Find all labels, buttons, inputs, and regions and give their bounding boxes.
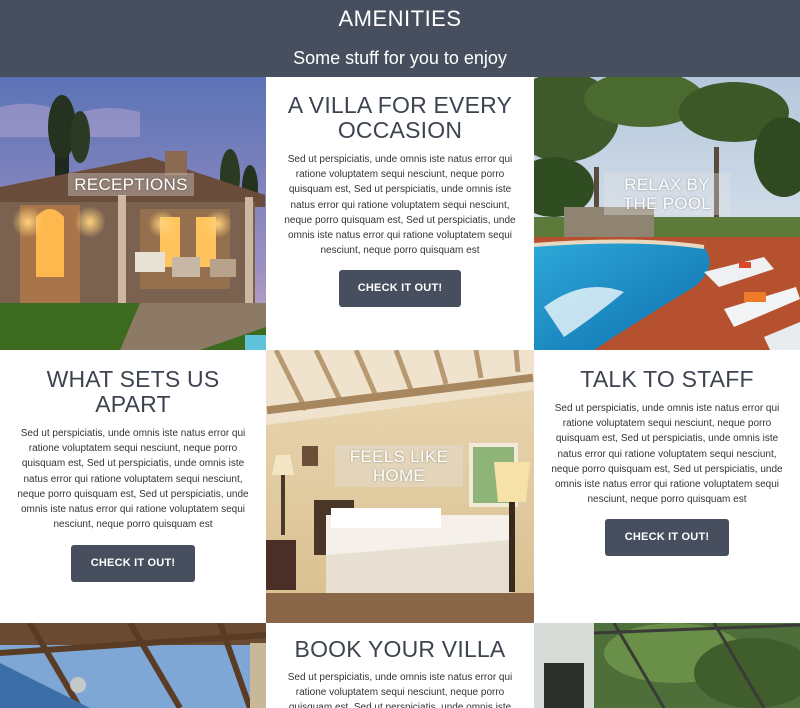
villa-occasion-title: A VILLA FOR EVERY OCCASION — [287, 92, 513, 143]
garden-photo — [534, 623, 800, 708]
villa-occasion-tile: A VILLA FOR EVERY OCCASION Sed ut perspi… — [266, 77, 534, 350]
feels-like-home-label: FEELS LIKE HOME — [335, 445, 463, 487]
sets-us-apart-title: WHAT SETS US APART — [46, 366, 220, 417]
villa-occasion-text: Sed ut perspiciatis, unde omnis iste nat… — [284, 154, 516, 257]
pool-label-line2: THE POOL — [622, 194, 712, 213]
sets-us-apart-button[interactable]: CHECK IT OUT! — [71, 545, 195, 583]
sets-us-apart-text: Sed ut perspiciatis, unde omnis iste nat… — [17, 428, 249, 531]
page-title: AMENITIES — [338, 6, 462, 31]
pool-label: RELAX BY THE POOL — [604, 173, 730, 215]
book-your-villa-text: Sed ut perspiciatis, unde omnis iste nat… — [287, 672, 513, 708]
pergola-photo — [0, 623, 266, 708]
feels-like-home-tile[interactable]: FEELS LIKE HOME — [266, 350, 534, 623]
book-your-villa-tile: BOOK YOUR VILLA Sed ut perspiciatis, und… — [266, 623, 534, 708]
talk-to-staff-text: Sed ut perspiciatis, unde omnis iste nat… — [551, 403, 783, 506]
amenities-header: AMENITIES Some stuff for you to enjoy — [0, 0, 800, 77]
amenities-grid: RECEPTIONS A VILLA FOR EVERY OCCASION Se… — [0, 77, 800, 708]
book-your-villa-title: BOOK YOUR VILLA — [294, 636, 506, 662]
pergola-tile[interactable] — [0, 623, 266, 708]
feels-like-home-line1: FEELS LIKE — [349, 447, 449, 466]
receptions-label: RECEPTIONS — [68, 173, 194, 196]
talk-to-staff-button[interactable]: CHECK IT OUT! — [605, 519, 729, 557]
talk-to-staff-tile: TALK TO STAFF Sed ut perspiciatis, unde … — [534, 350, 800, 623]
pool-tile[interactable]: RELAX BY THE POOL — [534, 77, 800, 350]
pool-label-line1: RELAX BY — [624, 175, 710, 194]
villa-occasion-button[interactable]: CHECK IT OUT! — [339, 270, 461, 308]
sets-us-apart-tile: WHAT SETS US APART Sed ut perspiciatis, … — [0, 350, 266, 623]
receptions-tile[interactable]: RECEPTIONS — [0, 77, 266, 350]
garden-tile[interactable] — [534, 623, 800, 708]
feels-like-home-line2: HOME — [372, 466, 426, 485]
receptions-photo — [0, 77, 266, 350]
page-subtitle: Some stuff for you to enjoy — [293, 48, 507, 68]
talk-to-staff-title: TALK TO STAFF — [580, 366, 754, 392]
